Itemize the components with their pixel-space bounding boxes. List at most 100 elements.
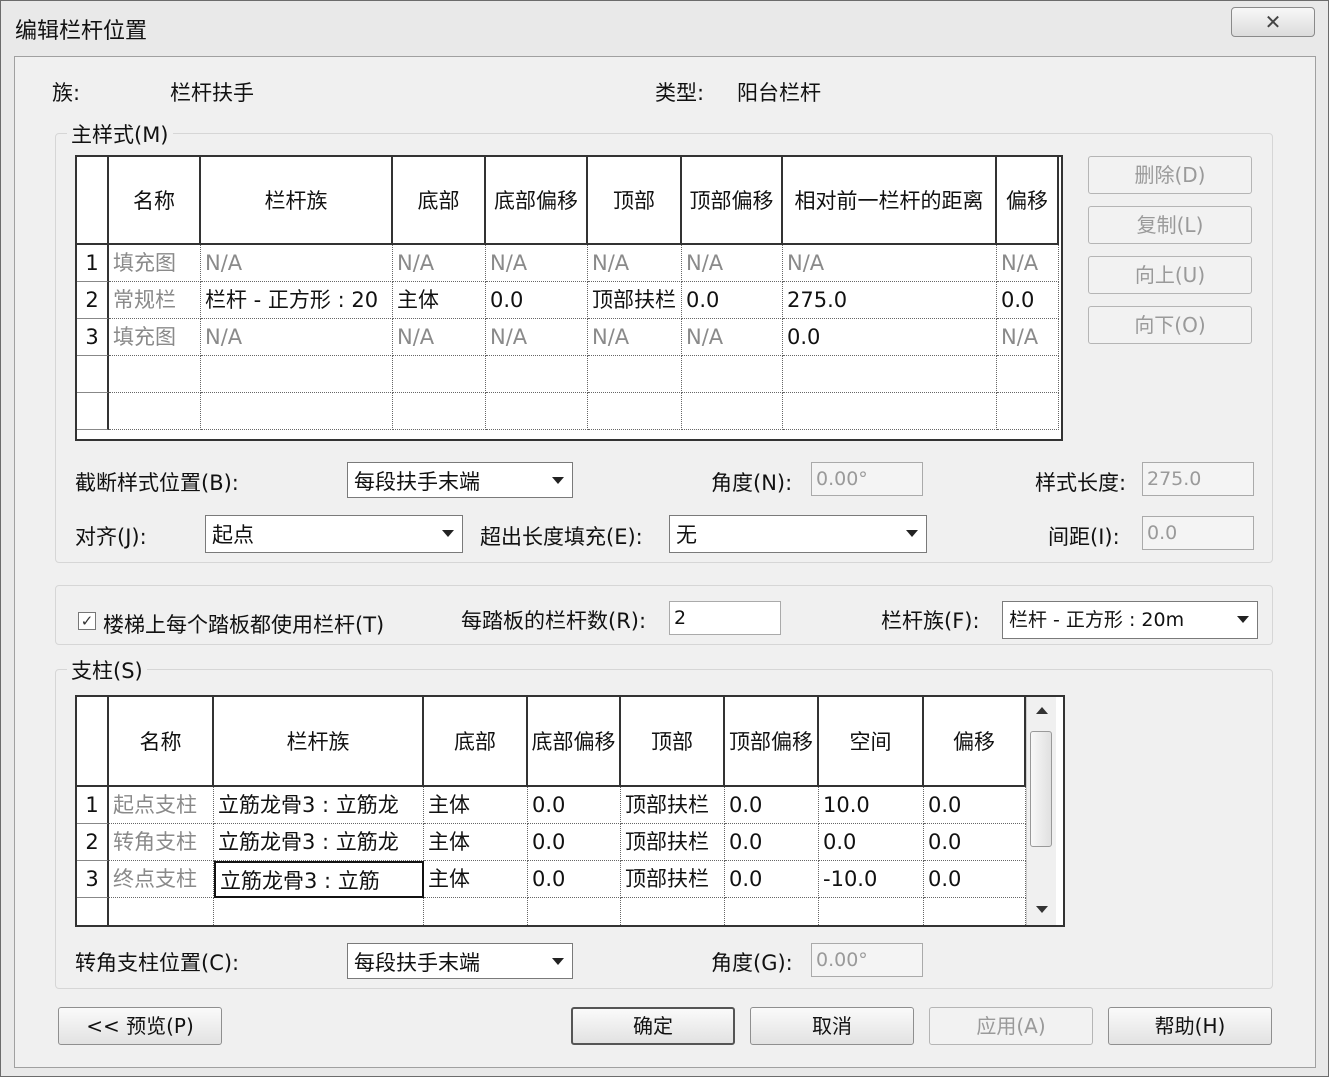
scroll-up-icon[interactable] — [1036, 707, 1048, 714]
table-cell[interactable]: 0.0 — [682, 282, 783, 319]
column-header[interactable]: 名称 — [109, 697, 214, 787]
per-tread-field[interactable]: 2 — [669, 601, 781, 635]
column-header[interactable]: 底部偏移 — [528, 697, 621, 787]
table-cell[interactable]: 顶部扶栏 — [621, 861, 725, 898]
column-header[interactable]: 栏杆族 — [214, 697, 424, 787]
table-cell[interactable] — [109, 356, 201, 393]
spacing-field[interactable]: 0.0 — [1142, 516, 1254, 550]
table-cell[interactable]: 主体 — [424, 787, 528, 824]
table-cell[interactable]: 0.0 — [725, 861, 819, 898]
scroll-down-icon[interactable] — [1036, 906, 1048, 913]
delete-button[interactable]: 删除(D) — [1088, 156, 1252, 194]
column-header[interactable]: 顶部 — [588, 157, 682, 245]
column-header[interactable]: 顶部偏移 — [682, 157, 783, 245]
table-cell[interactable]: 0.0 — [486, 282, 588, 319]
column-header[interactable]: 相对前一栏杆的距离 — [783, 157, 997, 245]
table-cell[interactable]: 0.0 — [924, 861, 1026, 898]
table-cell[interactable]: 0.0 — [528, 787, 621, 824]
column-header[interactable]: 底部 — [393, 157, 486, 245]
vertical-scrollbar[interactable] — [1026, 697, 1056, 925]
table-cell[interactable] — [486, 393, 588, 430]
table-cell[interactable]: N/A — [997, 319, 1059, 356]
table-cell[interactable]: 0.0 — [725, 787, 819, 824]
post-angle-field[interactable]: 0.00° — [811, 943, 923, 977]
table-cell[interactable]: 主体 — [424, 861, 528, 898]
table-cell[interactable] — [725, 898, 819, 925]
table-cell[interactable]: N/A — [486, 245, 588, 282]
table-cell[interactable]: 10.0 — [819, 787, 924, 824]
table-cell[interactable]: 0.0 — [528, 861, 621, 898]
column-header[interactable]: 底部偏移 — [486, 157, 588, 245]
table-cell[interactable]: N/A — [682, 245, 783, 282]
row-header[interactable] — [77, 356, 109, 393]
column-header[interactable]: 顶部偏移 — [725, 697, 819, 787]
preview-button[interactable]: << 预览(P) — [58, 1007, 222, 1045]
table-cell[interactable]: 275.0 — [783, 282, 997, 319]
table-cell[interactable] — [783, 393, 997, 430]
row-header[interactable] — [77, 393, 109, 430]
table-cell[interactable]: 填充图 — [109, 245, 201, 282]
table-cell[interactable] — [393, 393, 486, 430]
table-cell[interactable]: N/A — [393, 245, 486, 282]
table-cell[interactable] — [621, 898, 725, 925]
row-header[interactable]: 3 — [77, 319, 109, 356]
table-cell[interactable]: N/A — [783, 245, 997, 282]
baluster-family-select[interactable]: 栏杆 - 正方形 : 20m — [1002, 601, 1258, 639]
table-cell[interactable]: 0.0 — [725, 824, 819, 861]
table-cell[interactable]: 顶部扶栏 — [588, 282, 682, 319]
table-cell[interactable]: 常规栏 — [109, 282, 201, 319]
use-baluster-per-tread-checkbox[interactable]: ✓ — [78, 612, 96, 630]
row-header[interactable]: 2 — [77, 282, 109, 319]
table-cell[interactable]: N/A — [393, 319, 486, 356]
table-cell[interactable] — [588, 356, 682, 393]
table-cell[interactable]: 立筋龙骨3 : 立筋龙 — [214, 787, 424, 824]
posts-grid[interactable]: 名称 栏杆族 底部 底部偏移 顶部 顶部偏移 空间 偏移 1 起点支柱 立筋龙骨3 : 立筋龙 主体 0… — [75, 695, 1065, 927]
angle-field[interactable]: 0.00° — [811, 462, 923, 496]
table-cell[interactable]: N/A — [588, 319, 682, 356]
table-cell[interactable] — [682, 393, 783, 430]
table-cell[interactable] — [486, 356, 588, 393]
scroll-thumb[interactable] — [1030, 731, 1052, 847]
apply-button[interactable]: 应用(A) — [929, 1007, 1093, 1045]
table-cell[interactable]: N/A — [997, 245, 1059, 282]
close-button[interactable]: ✕ — [1231, 7, 1315, 37]
table-cell[interactable] — [201, 356, 393, 393]
table-cell[interactable]: 顶部扶栏 — [621, 787, 725, 824]
justify-select[interactable]: 起点 — [205, 515, 463, 553]
table-cell[interactable] — [924, 898, 1026, 925]
table-cell[interactable] — [588, 393, 682, 430]
table-cell[interactable]: 0.0 — [528, 824, 621, 861]
column-header[interactable]: 底部 — [424, 697, 528, 787]
copy-button[interactable]: 复制(L) — [1088, 206, 1252, 244]
table-cell[interactable] — [201, 393, 393, 430]
table-cell[interactable] — [997, 356, 1059, 393]
break-pattern-select[interactable]: 每段扶手末端 — [347, 462, 573, 498]
column-header[interactable]: 偏移 — [924, 697, 1026, 787]
column-header[interactable]: 空间 — [819, 697, 924, 787]
table-cell[interactable]: 填充图 — [109, 319, 201, 356]
column-header[interactable]: 顶部 — [621, 697, 725, 787]
table-cell[interactable]: 0.0 — [783, 319, 997, 356]
move-down-button[interactable]: 向下(O) — [1088, 306, 1252, 344]
table-cell[interactable]: 0.0 — [924, 824, 1026, 861]
table-cell[interactable]: 主体 — [393, 282, 486, 319]
table-cell[interactable] — [528, 898, 621, 925]
table-cell[interactable] — [819, 898, 924, 925]
row-header[interactable]: 2 — [77, 824, 109, 861]
row-header[interactable]: 1 — [77, 787, 109, 824]
column-header[interactable]: 偏移 — [997, 157, 1059, 245]
main-pattern-grid[interactable]: 名称 栏杆族 底部 底部偏移 顶部 顶部偏移 相对前一栏杆的距离 偏移 1 填充图 N/A N/A N/… — [75, 155, 1063, 441]
table-cell[interactable] — [109, 393, 201, 430]
table-cell[interactable] — [424, 898, 528, 925]
table-cell[interactable]: 立筋龙骨3 : 立筋龙 — [214, 824, 424, 861]
table-cell[interactable]: 栏杆 - 正方形 : 20 — [201, 282, 393, 319]
row-header[interactable] — [77, 898, 109, 925]
table-cell[interactable] — [109, 898, 214, 925]
pattern-length-field[interactable]: 275.0 — [1142, 462, 1254, 496]
column-header[interactable]: 名称 — [109, 157, 201, 245]
excess-fill-select[interactable]: 无 — [669, 515, 927, 553]
table-cell[interactable]: 立筋龙骨3 : 立筋 — [214, 861, 424, 898]
table-cell[interactable]: N/A — [201, 319, 393, 356]
cancel-button[interactable]: 取消 — [750, 1007, 914, 1045]
table-cell[interactable]: 起点支柱 — [109, 787, 214, 824]
